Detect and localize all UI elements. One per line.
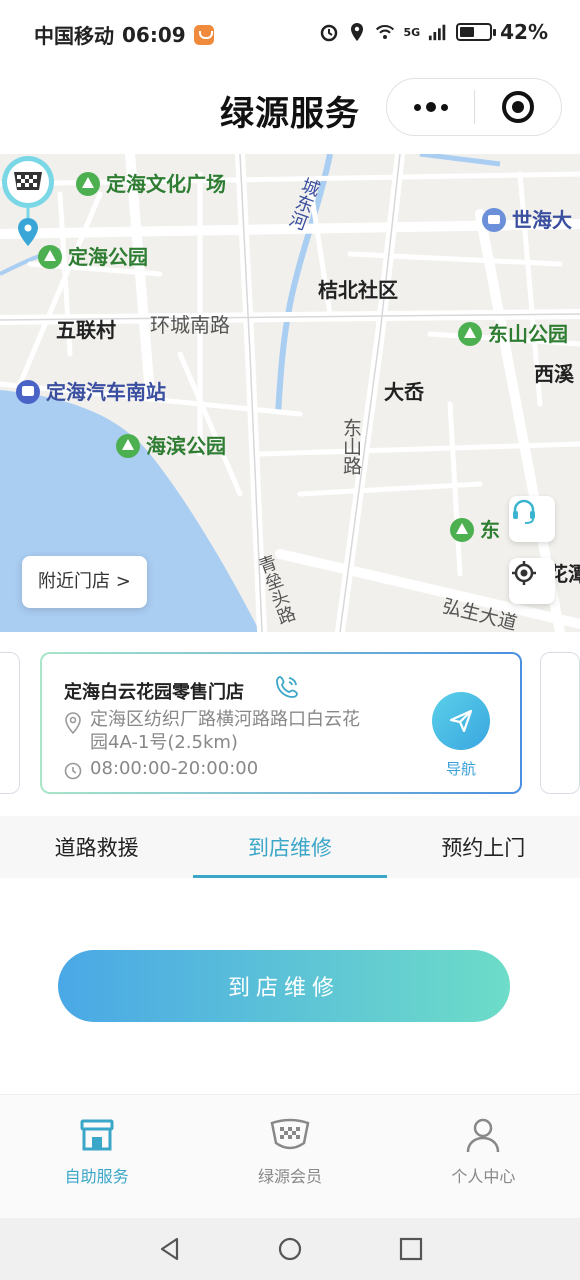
- status-right: 5G 42%: [319, 20, 548, 44]
- tabbar-label: 自助服务: [64, 1167, 129, 1186]
- page: 中国移动 06:09 5G 42% 绿源服务 定海文化广场 定海公园 五联村 环…: [0, 0, 580, 1280]
- next-store-card[interactable]: [540, 652, 580, 794]
- back-icon[interactable]: [157, 1236, 183, 1262]
- carrier-name: 中国移动: [34, 24, 114, 48]
- address-pin-icon: [65, 712, 81, 734]
- tab-store-repair[interactable]: 到店维修: [193, 816, 387, 878]
- locate-icon[interactable]: [509, 558, 555, 604]
- store-address: 定海区纺织厂路横河路路口白云花园4A-1号(2.5km): [90, 709, 360, 753]
- map-label[interactable]: 西溪: [534, 358, 574, 387]
- alarm-icon: [321, 24, 338, 42]
- tab-road-rescue[interactable]: 道路救援: [0, 816, 193, 878]
- system-navigation-bar: [0, 1218, 580, 1280]
- tabbar-label: 个人中心: [451, 1167, 516, 1186]
- service-tabs: 道路救援 到店维修 预约上门: [0, 816, 580, 878]
- park-icon: [116, 433, 140, 458]
- navigate-label[interactable]: 导航: [432, 758, 490, 779]
- map-label: 东山路: [340, 418, 362, 475]
- tabbar-member[interactable]: 绿源会员: [193, 1095, 386, 1218]
- bottom-tabbar: 自助服务 绿源会员 个人中心: [0, 1094, 580, 1218]
- more-dots-icon[interactable]: [387, 79, 474, 135]
- status-left: 中国移动 06:09: [34, 20, 214, 49]
- map-label[interactable]: 五联村: [56, 314, 116, 343]
- map-label[interactable]: 定海文化广场: [76, 168, 226, 198]
- store-icon: [80, 1119, 114, 1151]
- clock-icon: [64, 762, 82, 780]
- prev-store-card[interactable]: [0, 652, 20, 794]
- tabbar-profile[interactable]: 个人中心: [387, 1095, 580, 1218]
- home-icon[interactable]: [277, 1236, 303, 1262]
- map-label[interactable]: 海滨公园: [116, 430, 226, 460]
- tabbar-self-service[interactable]: 自助服务: [0, 1095, 193, 1218]
- map-label[interactable]: 大岙: [384, 376, 424, 405]
- person-icon: [467, 1118, 500, 1153]
- map-label: 环城南路: [150, 313, 230, 337]
- status-bar: 中国移动 06:09 5G 42%: [0, 0, 580, 66]
- store-card[interactable]: 定海白云花园零售门店 定海区纺织厂路横河路路口白云花园4A-1号(2.5km) …: [40, 652, 522, 794]
- location-icon: [351, 23, 364, 41]
- member-badge-icon: [270, 1118, 310, 1150]
- bus-station-icon: [16, 379, 40, 404]
- battery-level: [460, 27, 474, 37]
- map-label[interactable]: 定海汽车南站: [16, 376, 166, 406]
- poi-icon: [450, 517, 474, 542]
- battery-percent: 42%: [500, 20, 548, 44]
- tabbar-label: 绿源会员: [257, 1167, 322, 1186]
- target-close-icon[interactable]: [475, 79, 561, 135]
- map-label[interactable]: 东: [450, 514, 500, 544]
- store-marker-icon[interactable]: [0, 154, 56, 250]
- phone-icon[interactable]: [274, 674, 300, 700]
- map-label[interactable]: 世海大: [482, 204, 572, 234]
- network-type: 5G: [403, 25, 421, 39]
- store-name: 定海白云花园零售门店: [64, 682, 244, 703]
- app-notification-icon: [193, 24, 214, 45]
- park-icon: [76, 171, 100, 196]
- send-arrow-icon: [449, 709, 473, 733]
- navigate-button[interactable]: [432, 692, 490, 750]
- nav-bar: 绿源服务: [0, 66, 580, 154]
- signal-icon: [429, 24, 446, 41]
- map-label[interactable]: 桔北社区: [318, 274, 398, 303]
- map-label[interactable]: 东山公园: [458, 318, 568, 348]
- clock: 06:09: [122, 22, 186, 47]
- store-carousel[interactable]: 定海白云花园零售门店 定海区纺织厂路横河路路口白云花园4A-1号(2.5km) …: [0, 632, 580, 816]
- store-hours: 08:00:00-20:00:00: [90, 758, 259, 779]
- park-icon: [458, 321, 482, 346]
- wifi-icon: [376, 25, 395, 39]
- store-repair-button[interactable]: 到店维修: [58, 950, 510, 1022]
- tab-home-service[interactable]: 预约上门: [387, 816, 580, 878]
- battery-icon: [456, 23, 497, 41]
- mini-program-capsule: [386, 78, 562, 136]
- map-view[interactable]: 定海文化广场 定海公园 五联村 环城南路 桔北社区 东山公园 西溪 定海汽车南站…: [0, 154, 580, 632]
- recents-icon[interactable]: [398, 1236, 424, 1262]
- headset-icon[interactable]: [509, 496, 555, 542]
- nearby-stores-button[interactable]: 附近门店 >: [22, 556, 147, 608]
- hotel-icon: [482, 207, 506, 232]
